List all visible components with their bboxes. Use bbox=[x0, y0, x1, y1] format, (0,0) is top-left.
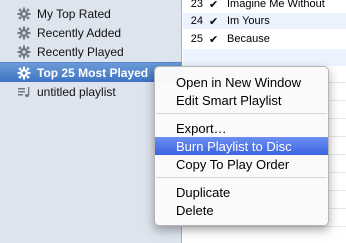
menu-item-open-in-new-window[interactable]: Open in New Window bbox=[155, 73, 328, 91]
menu-item-copy-to-play-order[interactable]: Copy To Play Order bbox=[155, 155, 328, 173]
menu-item-burn-playlist-to-disc[interactable]: Burn Playlist to Disc bbox=[155, 137, 328, 155]
menu-item-edit-smart-playlist[interactable]: Edit Smart Playlist bbox=[155, 91, 328, 109]
gear-icon bbox=[16, 6, 32, 22]
track-number: 24 bbox=[190, 15, 203, 27]
sidebar-item-my-top-rated[interactable]: My Top Rated bbox=[0, 4, 182, 24]
sidebar-item-label: Recently Played bbox=[37, 45, 124, 59]
sidebar-item-label: untitled playlist bbox=[37, 85, 116, 99]
table-row[interactable]: 23 ✔ Imagine Me Without bbox=[183, 0, 346, 12]
track-number: 23 bbox=[190, 0, 203, 10]
gear-icon bbox=[16, 25, 32, 41]
gear-icon bbox=[16, 65, 32, 81]
track-name: Im Yours bbox=[227, 15, 270, 27]
playlist-icon bbox=[16, 84, 32, 100]
menu-separator bbox=[156, 177, 327, 178]
gear-icon bbox=[16, 44, 32, 60]
track-name: Imagine Me Without bbox=[227, 0, 325, 10]
sidebar-item-recently-played[interactable]: Recently Played bbox=[0, 42, 182, 62]
sidebar-item-recently-added[interactable]: Recently Added bbox=[0, 23, 182, 43]
table-row[interactable]: 24 ✔ Im Yours bbox=[183, 13, 346, 29]
menu-separator bbox=[156, 113, 327, 114]
track-checkbox[interactable]: ✔ bbox=[209, 33, 221, 46]
row-divider bbox=[183, 226, 346, 227]
track-number: 25 bbox=[190, 33, 203, 45]
sidebar-item-label: Recently Added bbox=[37, 26, 122, 40]
table-row-empty bbox=[183, 49, 346, 66]
sidebar-item-label: My Top Rated bbox=[37, 7, 111, 21]
sidebar-item-label: Top 25 Most Played bbox=[37, 65, 149, 80]
table-row[interactable]: 25 ✔ Because bbox=[183, 31, 346, 47]
track-checkbox[interactable]: ✔ bbox=[209, 0, 221, 11]
menu-item-export[interactable]: Export… bbox=[155, 119, 328, 137]
menu-item-duplicate[interactable]: Duplicate bbox=[155, 183, 328, 201]
context-menu: Open in New Window Edit Smart Playlist E… bbox=[154, 66, 329, 226]
track-name: Because bbox=[227, 33, 270, 45]
track-checkbox[interactable]: ✔ bbox=[209, 15, 221, 28]
menu-item-delete[interactable]: Delete bbox=[155, 201, 328, 219]
